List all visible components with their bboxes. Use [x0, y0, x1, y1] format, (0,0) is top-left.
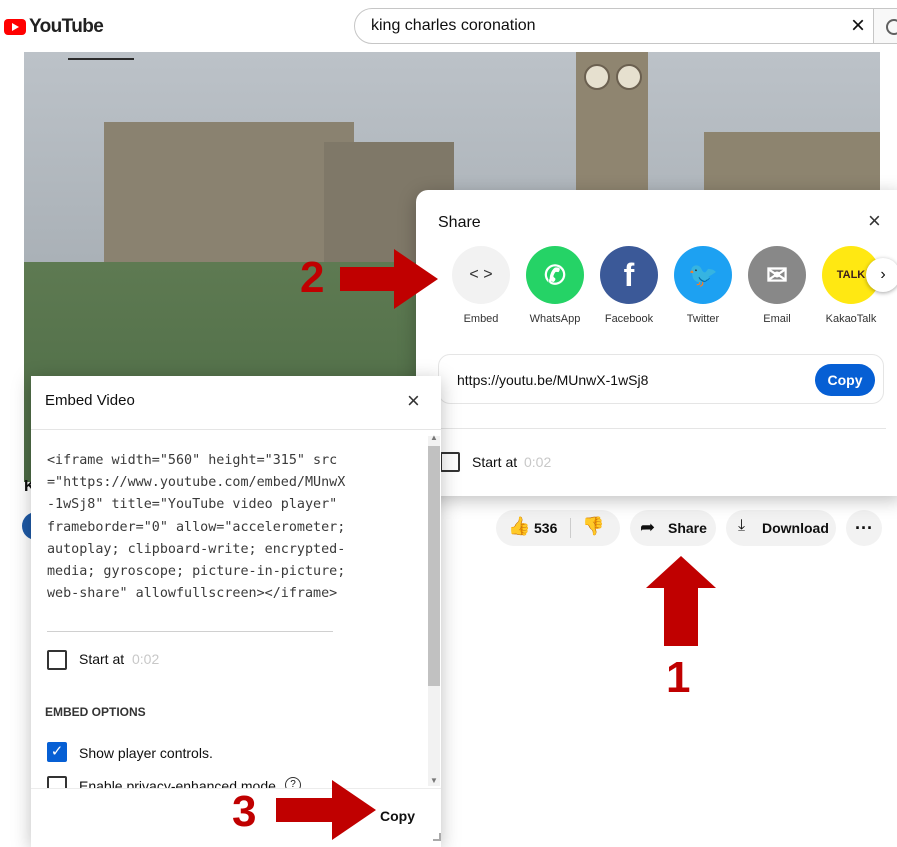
annotation-step-2: 2: [300, 253, 325, 302]
textarea-underline: [47, 631, 333, 632]
video-clock-face: [584, 64, 610, 90]
share-target-email[interactable]: ✉ Email: [740, 246, 814, 325]
embed-video-dialog: Embed Video × <iframe width="560" height…: [31, 376, 441, 847]
annotation-arrow-1: [646, 556, 716, 646]
like-divider: [570, 518, 571, 538]
copy-link-button[interactable]: Copy: [815, 364, 875, 396]
embed-dialog-title: Embed Video: [45, 392, 135, 409]
email-icon: ✉: [748, 246, 806, 304]
download-button-label: Download: [762, 520, 829, 536]
video-progress-bar: [68, 58, 134, 60]
share-target-label: KakaoTalk: [825, 313, 877, 325]
search-button[interactable]: [874, 8, 897, 44]
show-controls-label: Show player controls.: [79, 745, 213, 761]
youtube-play-icon: [4, 19, 26, 35]
share-icon: ➦: [640, 517, 656, 537]
start-at-label: Start at: [472, 454, 518, 470]
share-dialog: Share × < > Embed ✆ WhatsApp f Facebook …: [416, 190, 897, 496]
share-dialog-title: Share: [438, 214, 481, 231]
like-dislike-group: 👍 536 👎: [496, 510, 620, 546]
download-icon: ⤓: [738, 517, 746, 534]
show-controls-checkbox[interactable]: ✓: [47, 742, 67, 762]
start-at-checkbox[interactable]: [440, 452, 460, 472]
download-button[interactable]: ⤓ Download: [726, 510, 836, 546]
share-url[interactable]: https://youtu.be/MUnwX-1wSj8: [457, 372, 648, 388]
scroll-up-arrow-icon[interactable]: ▲: [430, 433, 438, 442]
arrow-right-icon: [340, 249, 438, 309]
share-target-facebook[interactable]: f Facebook: [592, 246, 666, 325]
search-input[interactable]: king charles coronation ×: [354, 8, 874, 44]
share-url-field[interactable]: https://youtu.be/MUnwX-1wSj8 Copy: [438, 354, 884, 404]
brand-name: YouTube: [29, 16, 104, 37]
scroll-down-arrow-icon[interactable]: ▼: [430, 776, 438, 785]
share-target-label: Twitter: [686, 313, 720, 325]
divider: [31, 429, 441, 430]
annotation-arrow-3: [276, 780, 376, 840]
start-at-checkbox[interactable]: [47, 650, 67, 670]
share-target-embed[interactable]: < > Embed: [444, 246, 518, 325]
divider: [438, 428, 886, 429]
start-at-time[interactable]: 0:02: [132, 651, 159, 667]
share-target-label: Embed: [463, 313, 499, 325]
youtube-logo[interactable]: YouTube: [4, 16, 104, 38]
top-bar: YouTube king charles coronation ×: [0, 0, 897, 52]
close-icon[interactable]: ×: [407, 388, 420, 414]
search-icon: [886, 19, 897, 35]
share-target-label: WhatsApp: [529, 313, 581, 325]
arrow-up-icon: [646, 556, 716, 646]
more-actions-button[interactable]: ···: [846, 510, 882, 546]
scrollbar[interactable]: ▲ ▼: [428, 433, 440, 786]
whatsapp-icon: ✆: [526, 246, 584, 304]
embed-icon: < >: [452, 246, 510, 304]
embed-options-heading: EMBED OPTIONS: [45, 705, 146, 719]
twitter-icon: 🐦: [674, 246, 732, 304]
share-target-label: Email: [763, 313, 791, 325]
share-target-whatsapp[interactable]: ✆ WhatsApp: [518, 246, 592, 325]
share-target-twitter[interactable]: 🐦 Twitter: [666, 246, 740, 325]
annotation-step-1: 1: [666, 653, 691, 702]
scrollbar-thumb[interactable]: [428, 446, 440, 686]
like-count[interactable]: 536: [534, 520, 557, 536]
share-button-label: Share: [668, 520, 707, 536]
resize-handle-icon[interactable]: [433, 833, 441, 841]
embed-code-textarea[interactable]: <iframe width="560" height="315" src="ht…: [47, 450, 347, 605]
start-at-label: Start at: [79, 651, 125, 667]
clear-search-icon[interactable]: ×: [851, 13, 865, 39]
share-target-label: Facebook: [604, 313, 654, 325]
share-button[interactable]: ➦ Share: [630, 510, 716, 546]
video-building: [104, 122, 354, 272]
search-query[interactable]: king charles coronation: [371, 17, 536, 35]
video-clock-face: [616, 64, 642, 90]
chevron-right-icon[interactable]: ›: [866, 258, 897, 292]
annotation-arrow-2: [340, 249, 438, 309]
facebook-icon: f: [600, 246, 658, 304]
thumbs-up-icon[interactable]: 👍: [508, 516, 530, 537]
thumbs-down-icon[interactable]: 👎: [582, 516, 604, 537]
share-targets: < > Embed ✆ WhatsApp f Facebook 🐦 Twitte…: [444, 246, 888, 325]
close-icon[interactable]: ×: [868, 208, 881, 234]
annotation-step-3: 3: [232, 787, 257, 836]
start-at-time[interactable]: 0:02: [524, 454, 551, 470]
copy-embed-button[interactable]: Copy: [380, 808, 415, 824]
arrow-right-icon: [276, 780, 376, 840]
